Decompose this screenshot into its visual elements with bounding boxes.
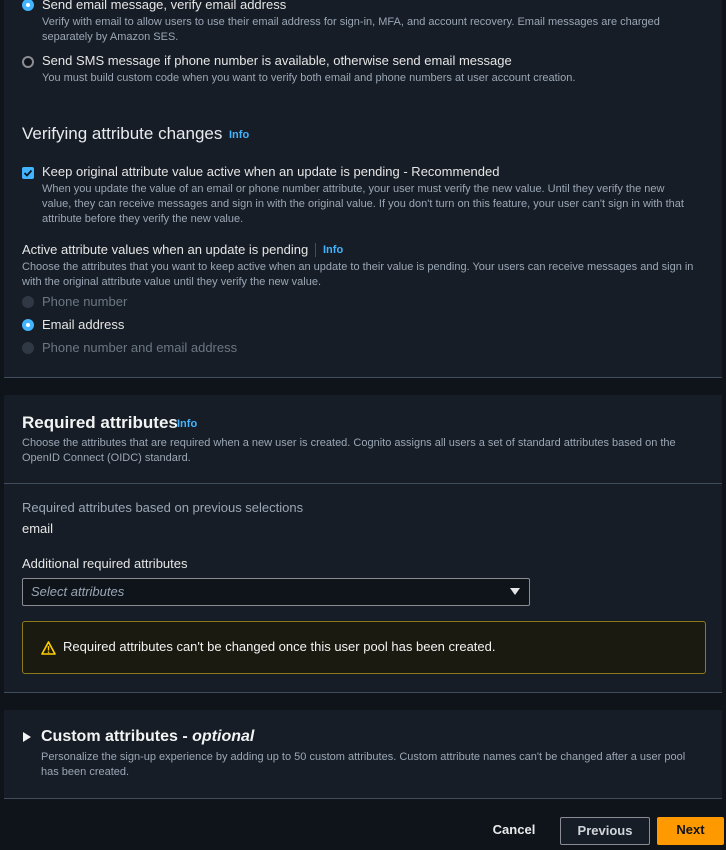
option-phone-and-email: Phone number and email address (42, 340, 238, 355)
active-values-label: Active attribute values when an update i… (22, 242, 309, 257)
required-divider (4, 483, 722, 484)
custom-attributes-heading-text: Custom attributes - (41, 728, 193, 745)
select-placeholder: Select attributes (31, 584, 125, 599)
keep-original-desc-3: attribute before they verify the new val… (42, 213, 244, 225)
based-on-label: Required attributes based on previous se… (22, 500, 304, 515)
expand-caret-icon[interactable] (23, 732, 31, 742)
keep-original-desc-2: value, they can receive messages and sig… (42, 198, 684, 210)
custom-attributes-desc-2: has been created. (41, 766, 130, 778)
warning-icon (41, 641, 56, 655)
option-phone-number: Phone number (42, 294, 128, 309)
option-send-email-desc-2: separately by Amazon SES. (42, 31, 179, 43)
caret-down-icon (510, 588, 520, 595)
required-attributes-info-link[interactable]: Info (177, 418, 197, 430)
keep-original-desc-1: When you update the value of an email or… (42, 183, 665, 195)
active-values-desc-2: with the original attribute value until … (22, 276, 321, 288)
active-values-info-link[interactable]: Info (323, 244, 343, 256)
option-send-sms-title: Send SMS message if phone number is avai… (42, 53, 512, 68)
verifying-changes-info-link[interactable]: Info (229, 129, 249, 141)
radio-phone-and-email (22, 342, 34, 354)
warning-text: Required attributes can't be changed onc… (63, 639, 496, 654)
required-attributes-desc-1: Choose the attributes that are required … (22, 437, 676, 449)
option-send-email-title: Send email message, verify email address (42, 0, 287, 12)
radio-send-sms[interactable] (22, 56, 34, 68)
verifying-changes-heading: Verifying attribute changes (22, 124, 223, 143)
based-on-value: email (22, 521, 54, 536)
custom-attributes-optional: optional (192, 728, 255, 745)
radio-email-address[interactable] (22, 319, 34, 331)
additional-attributes-label: Additional required attributes (22, 556, 188, 571)
cancel-button[interactable]: Cancel (484, 817, 544, 845)
keep-original-checkbox[interactable] (22, 167, 34, 179)
option-send-sms-desc: You must build custom code when you want… (42, 72, 576, 84)
active-values-desc-1: Choose the attributes that you want to k… (22, 261, 694, 273)
required-attributes-desc-2: OpenID Connect (OIDC) standard. (22, 452, 191, 464)
next-button[interactable]: Next (657, 817, 724, 845)
custom-attributes-desc-1: Personalize the sign-up experience by ad… (41, 751, 686, 763)
previous-button[interactable]: Previous (560, 817, 650, 845)
select-attributes-dropdown[interactable]: Select attributes (22, 578, 530, 606)
required-attributes-heading: Required attributes (22, 413, 178, 432)
option-send-email-desc-1: Verify with email to allow users to use … (42, 16, 660, 28)
info-divider (315, 243, 316, 257)
keep-original-label: Keep original attribute value active whe… (42, 164, 500, 179)
option-email-address: Email address (42, 317, 125, 332)
custom-attributes-heading[interactable]: Custom attributes - optional (41, 728, 254, 746)
checkmark-icon (23, 169, 33, 177)
warning-alert: Required attributes can't be changed onc… (22, 621, 706, 674)
radio-phone-number (22, 296, 34, 308)
